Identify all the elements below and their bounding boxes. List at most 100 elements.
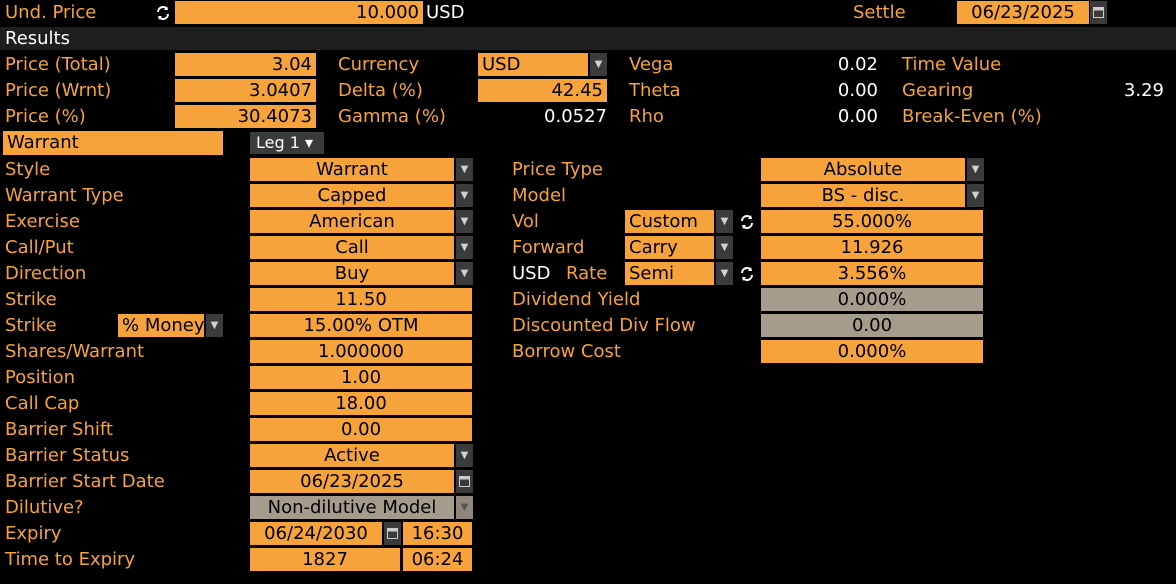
price-type-label: Price Type bbox=[512, 159, 603, 180]
price-wrnt-label: Price (Wrnt) bbox=[5, 80, 112, 101]
settle-label: Settle bbox=[853, 2, 906, 23]
shares-warrant-label: Shares/Warrant bbox=[5, 341, 145, 362]
time-to-expiry-label: Time to Expiry bbox=[5, 549, 136, 570]
results-section-header: Results bbox=[0, 27, 1176, 50]
exercise-select[interactable]: American bbox=[250, 210, 454, 233]
call-put-label: Call/Put bbox=[5, 237, 74, 258]
strike-input[interactable]: 11.50 bbox=[250, 288, 472, 311]
forward-input[interactable]: 11.926 bbox=[761, 236, 983, 259]
delta-value: 42.45 bbox=[478, 79, 607, 102]
time-to-expiry-days[interactable]: 1827 bbox=[250, 548, 400, 571]
warrant-type-label: Warrant Type bbox=[5, 185, 124, 206]
delta-label: Delta (%) bbox=[338, 80, 423, 101]
rho-label: Rho bbox=[629, 106, 664, 127]
warrant-type-dropdown-arrow-icon[interactable]: ▼ bbox=[456, 184, 473, 207]
price-type-dropdown-arrow-icon[interactable]: ▼ bbox=[967, 158, 984, 181]
price-wrnt-value: 3.0407 bbox=[175, 79, 316, 102]
settle-date-input[interactable]: 06/23/2025 bbox=[957, 1, 1089, 24]
strike-moneyness-input[interactable]: 15.00% OTM bbox=[250, 314, 472, 337]
direction-select[interactable]: Buy bbox=[250, 262, 454, 285]
und-price-input[interactable]: 10.000 bbox=[175, 1, 423, 24]
discounted-div-flow-input[interactable]: 0.00 bbox=[761, 314, 983, 337]
call-cap-input[interactable]: 18.00 bbox=[250, 392, 472, 415]
strike-mode-select[interactable]: % Money bbox=[118, 314, 204, 337]
strike-mode-dropdown-arrow-icon[interactable]: ▼ bbox=[206, 314, 223, 337]
vol-mode-select[interactable]: Custom bbox=[625, 210, 714, 233]
expiry-time-input[interactable]: 16:30 bbox=[403, 522, 472, 545]
dilutive-dropdown-arrow-icon[interactable]: ▼ bbox=[456, 496, 473, 519]
discounted-div-flow-label: Discounted Div Flow bbox=[512, 315, 696, 336]
gamma-value: 0.0527 bbox=[544, 106, 607, 127]
style-label: Style bbox=[5, 159, 51, 180]
break-even-label: Break-Even (%) bbox=[902, 106, 1042, 127]
warrant-type-select[interactable]: Capped bbox=[250, 184, 454, 207]
barrier-start-date-input[interactable]: 06/23/2025 bbox=[250, 470, 454, 493]
position-label: Position bbox=[5, 367, 76, 388]
rate-label: Rate bbox=[566, 263, 608, 284]
vol-input[interactable]: 55.000% bbox=[761, 210, 983, 233]
model-label: Model bbox=[512, 185, 567, 206]
time-value-label: Time Value bbox=[902, 54, 1002, 75]
theta-label: Theta bbox=[629, 80, 681, 101]
rate-mode-dropdown-arrow-icon[interactable]: ▼ bbox=[716, 262, 733, 285]
dilutive-label: Dilutive? bbox=[5, 497, 84, 518]
borrow-cost-label: Borrow Cost bbox=[512, 341, 621, 362]
shares-warrant-input[interactable]: 1.000000 bbox=[250, 340, 472, 363]
position-input[interactable]: 1.00 bbox=[250, 366, 472, 389]
vega-label: Vega bbox=[629, 54, 674, 75]
gamma-label: Gamma (%) bbox=[338, 106, 446, 127]
refresh-icon[interactable] bbox=[738, 213, 756, 231]
expiry-date-input[interactable]: 06/24/2030 bbox=[250, 522, 382, 545]
call-cap-label: Call Cap bbox=[5, 393, 80, 414]
call-put-dropdown-arrow-icon[interactable]: ▼ bbox=[456, 236, 473, 259]
gearing-label: Gearing bbox=[902, 80, 974, 101]
currency-label: Currency bbox=[338, 54, 420, 75]
exercise-label: Exercise bbox=[5, 211, 80, 232]
barrier-status-dropdown-arrow-icon[interactable]: ▼ bbox=[456, 444, 473, 467]
strike-label: Strike bbox=[5, 289, 57, 310]
barrier-status-label: Barrier Status bbox=[5, 445, 130, 466]
forward-label: Forward bbox=[512, 237, 585, 258]
rate-input[interactable]: 3.556% bbox=[761, 262, 983, 285]
style-dropdown-arrow-icon[interactable]: ▼ bbox=[456, 158, 473, 181]
strike-moneyness-label: Strike bbox=[5, 315, 57, 336]
barrier-status-select[interactable]: Active bbox=[250, 444, 454, 467]
rate-currency: USD bbox=[512, 263, 551, 284]
direction-dropdown-arrow-icon[interactable]: ▼ bbox=[456, 262, 473, 285]
rate-mode-select[interactable]: Semi bbox=[625, 262, 714, 285]
theta-value: 0.00 bbox=[837, 80, 878, 101]
price-type-select[interactable]: Absolute bbox=[761, 158, 965, 181]
calendar-icon[interactable] bbox=[1090, 1, 1107, 24]
barrier-start-date-label: Barrier Start Date bbox=[5, 471, 165, 492]
calendar-icon[interactable] bbox=[384, 522, 401, 545]
call-put-select[interactable]: Call bbox=[250, 236, 454, 259]
style-select[interactable]: Warrant bbox=[250, 158, 454, 181]
time-to-expiry-time[interactable]: 06:24 bbox=[403, 548, 472, 571]
gearing-value: 3.29 bbox=[1123, 80, 1164, 101]
calendar-icon[interactable] bbox=[456, 470, 473, 493]
expiry-label: Expiry bbox=[5, 523, 62, 544]
vol-mode-dropdown-arrow-icon[interactable]: ▼ bbox=[716, 210, 733, 233]
dividend-yield-input[interactable]: 0.000% bbox=[761, 288, 983, 311]
model-select[interactable]: BS - disc. bbox=[761, 184, 965, 207]
dividend-yield-label: Dividend Yield bbox=[512, 289, 641, 310]
tab-warrant[interactable]: Warrant bbox=[3, 131, 223, 155]
vol-label: Vol bbox=[512, 211, 539, 232]
rho-value: 0.00 bbox=[837, 106, 878, 127]
currency-dropdown-arrow-icon[interactable]: ▼ bbox=[590, 53, 607, 76]
barrier-shift-label: Barrier Shift bbox=[5, 419, 113, 440]
borrow-cost-input[interactable]: 0.000% bbox=[761, 340, 983, 363]
refresh-icon[interactable] bbox=[738, 265, 756, 283]
currency-select[interactable]: USD bbox=[478, 53, 588, 76]
forward-mode-select[interactable]: Carry bbox=[625, 236, 714, 259]
refresh-icon[interactable] bbox=[154, 4, 172, 22]
forward-mode-dropdown-arrow-icon[interactable]: ▼ bbox=[716, 236, 733, 259]
price-total-label: Price (Total) bbox=[5, 54, 111, 75]
exercise-dropdown-arrow-icon[interactable]: ▼ bbox=[456, 210, 473, 233]
direction-label: Direction bbox=[5, 263, 87, 284]
model-dropdown-arrow-icon[interactable]: ▼ bbox=[967, 184, 984, 207]
barrier-shift-input[interactable]: 0.00 bbox=[250, 418, 472, 441]
und-price-label: Und. Price bbox=[5, 2, 97, 23]
dilutive-select[interactable]: Non-dilutive Model bbox=[250, 496, 454, 519]
leg-selector-button[interactable]: Leg 1 ▾ bbox=[250, 132, 324, 154]
